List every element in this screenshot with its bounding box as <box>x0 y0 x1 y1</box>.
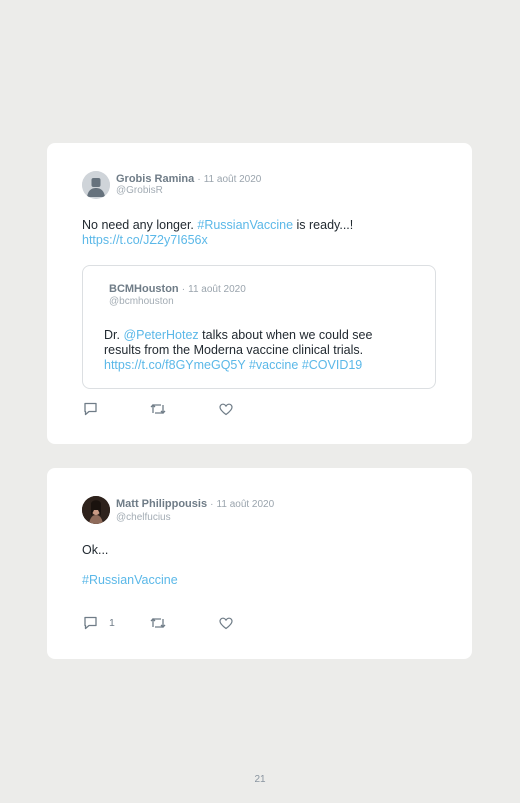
quoted-tweet-text: Dr. @PeterHotez talks about when we coul… <box>104 328 424 373</box>
author-name[interactable]: Grobis Ramina · 11 août 2020 <box>116 173 261 185</box>
tweet-text: No need any longer. #RussianVaccine is r… <box>82 218 442 248</box>
tweet-hashtag-line: #RussianVaccine <box>82 573 442 588</box>
tweet-actions: 1 <box>83 615 333 631</box>
like-button[interactable] <box>219 615 233 631</box>
tweet-date[interactable]: 11 août 2020 <box>217 499 275 510</box>
reply-button[interactable] <box>83 401 109 417</box>
reply-count: 1 <box>109 617 115 629</box>
quoted-text-part: results from the Moderna vaccine clinica… <box>104 343 364 357</box>
tweet-text-part: No need any longer. <box>82 218 198 232</box>
reply-button[interactable]: 1 <box>83 615 115 631</box>
user-photo-icon <box>82 496 110 524</box>
url-link[interactable]: https://t.co/f8GYmeGQ5Y <box>104 358 246 372</box>
retweet-button[interactable] <box>150 615 166 631</box>
tweet-card: Grobis Ramina · 11 août 2020 @GrobisR No… <box>47 143 472 444</box>
quoted-tweet-date[interactable]: 11 août 2020 <box>188 284 246 295</box>
separator: · <box>210 499 214 510</box>
heart-icon <box>219 403 233 415</box>
quoted-text-part: Dr. <box>104 328 124 342</box>
author-handle[interactable]: @chelfucius <box>116 512 171 523</box>
comment-icon <box>84 616 97 630</box>
separator: · <box>197 174 201 185</box>
tweet-date[interactable]: 11 août 2020 <box>204 174 262 185</box>
like-button[interactable] <box>219 401 233 417</box>
hashtag-link[interactable]: #vaccine <box>249 358 298 372</box>
author-name-text[interactable]: Matt Philippousis <box>116 498 207 510</box>
quoted-author-name-text[interactable]: BCMHouston <box>109 283 179 295</box>
author-name[interactable]: Matt Philippousis · 11 août 2020 <box>116 498 274 510</box>
mention-link[interactable]: @PeterHotez <box>123 328 198 342</box>
retweet-icon <box>150 404 166 414</box>
avatar[interactable] <box>82 496 110 524</box>
tweet-text: Ok... <box>82 543 109 557</box>
retweet-button[interactable] <box>150 401 166 417</box>
hashtag-link[interactable]: #RussianVaccine <box>197 218 293 232</box>
tweet-text-part: is ready...! <box>293 218 354 232</box>
retweet-icon <box>150 618 166 628</box>
quoted-text-part: talks about when we could see <box>198 328 373 342</box>
heart-icon <box>219 617 233 629</box>
tweet-card: Matt Philippousis · 11 août 2020 @chelfu… <box>47 468 472 659</box>
comment-icon <box>84 402 97 416</box>
author-handle[interactable]: @GrobisR <box>116 185 163 196</box>
quoted-author-handle[interactable]: @bcmhouston <box>109 296 174 307</box>
url-link[interactable]: https://t.co/JZ2y7I656x <box>82 233 208 247</box>
separator: · <box>181 284 186 295</box>
hashtag-link[interactable]: #COVID19 <box>302 358 362 372</box>
hashtag-link[interactable]: #RussianVaccine <box>82 573 178 587</box>
default-avatar-icon <box>82 171 110 199</box>
quoted-tweet[interactable]: BCMHouston · 11 août 2020 @bcmhouston Dr… <box>82 265 436 389</box>
tweet-actions <box>83 401 333 417</box>
author-name-text[interactable]: Grobis Ramina <box>116 173 194 185</box>
quoted-author-name[interactable]: BCMHouston · 11 août 2020 <box>109 283 246 295</box>
avatar[interactable] <box>82 171 110 199</box>
page-number: 21 <box>254 774 266 785</box>
